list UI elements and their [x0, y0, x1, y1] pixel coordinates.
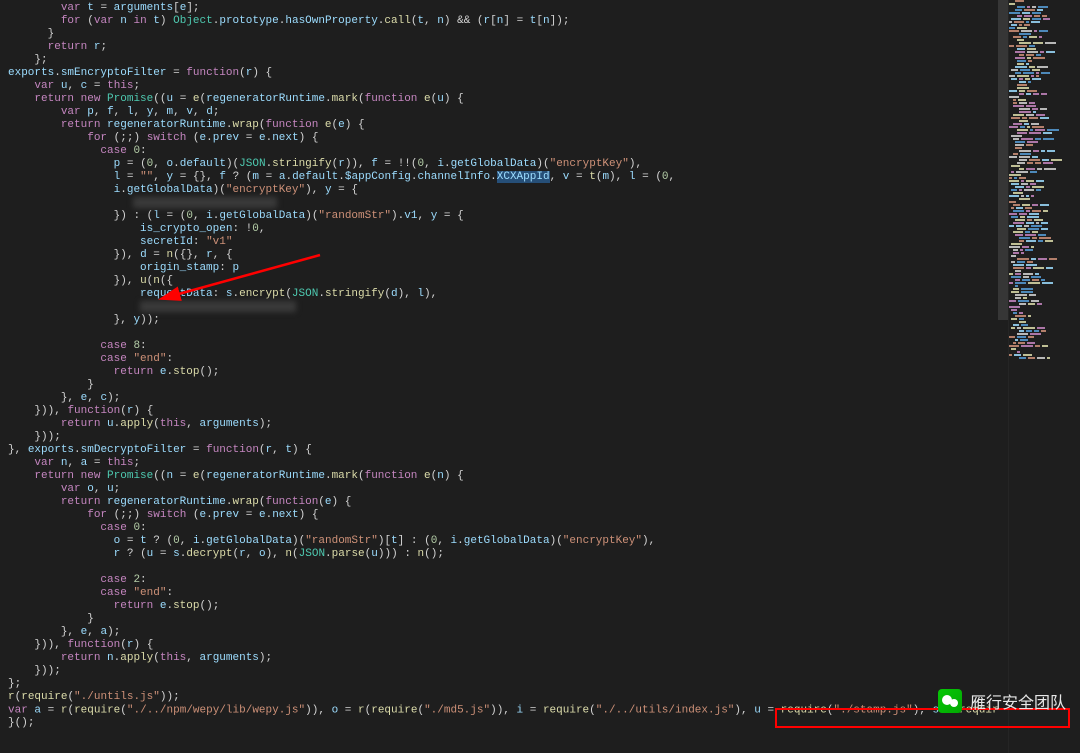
code-line[interactable] [8, 197, 1000, 210]
code-line[interactable]: requestData: s.encrypt(JSON.stringify(d)… [8, 288, 1000, 301]
code-line[interactable]: exports.smEncryptoFilter = function(r) { [8, 67, 1000, 80]
code-line[interactable]: var n, a = this; [8, 457, 1000, 470]
code-line[interactable]: }), u(n({ [8, 275, 1000, 288]
minimap[interactable] [1008, 0, 1080, 753]
code-line[interactable]: return regeneratorRuntime.wrap(function(… [8, 496, 1000, 509]
scrollbar-thumb[interactable] [998, 0, 1008, 320]
code-line[interactable]: })); [8, 431, 1000, 444]
code-line[interactable]: r(require("./untils.js")); [8, 691, 1000, 704]
code-line[interactable]: case 0: [8, 145, 1000, 158]
code-line[interactable]: return regeneratorRuntime.wrap(function … [8, 119, 1000, 132]
code-line[interactable]: })), function(r) { [8, 639, 1000, 652]
code-line[interactable]: for (var n in t) Object.prototype.hasOwn… [8, 15, 1000, 28]
code-line[interactable]: origin_stamp: p [8, 262, 1000, 275]
code-line[interactable]: case 8: [8, 340, 1000, 353]
code-line[interactable]: return e.stop(); [8, 600, 1000, 613]
code-line[interactable]: secretId: "v1" [8, 236, 1000, 249]
code-line[interactable]: })); [8, 665, 1000, 678]
code-line[interactable]: }(); [8, 717, 1000, 730]
code-line[interactable]: var p, f, l, y, m, v, d; [8, 106, 1000, 119]
code-line[interactable]: return n.apply(this, arguments); [8, 652, 1000, 665]
code-line[interactable]: }; [8, 678, 1000, 691]
code-line[interactable]: }) : (l = (0, i.getGlobalData)("randomSt… [8, 210, 1000, 223]
code-line[interactable]: var o, u; [8, 483, 1000, 496]
code-line[interactable]: case "end": [8, 353, 1000, 366]
code-line[interactable]: l = "", y = {}, f ? (m = a.default.$appC… [8, 171, 1000, 184]
code-line[interactable]: r ? (u = s.decrypt(r, o), n(JSON.parse(u… [8, 548, 1000, 561]
code-line[interactable]: })), function(r) { [8, 405, 1000, 418]
code-line[interactable]: return new Promise((n = e(regeneratorRun… [8, 470, 1000, 483]
code-line[interactable] [8, 561, 1000, 574]
code-line[interactable]: return r; [8, 41, 1000, 54]
code-line[interactable]: o = t ? (0, i.getGlobalData)("randomStr"… [8, 535, 1000, 548]
code-line[interactable]: p = (0, o.default)(JSON.stringify(r)), f… [8, 158, 1000, 171]
code-line[interactable]: } [8, 28, 1000, 41]
code-line[interactable] [8, 301, 1000, 314]
code-line[interactable]: var u, c = this; [8, 80, 1000, 93]
code-line[interactable]: return u.apply(this, arguments); [8, 418, 1000, 431]
code-line[interactable]: return new Promise((u = e(regeneratorRun… [8, 93, 1000, 106]
code-line[interactable]: case 2: [8, 574, 1000, 587]
code-editor[interactable]: var t = arguments[e]; for (var n in t) O… [0, 0, 1000, 753]
vertical-scrollbar[interactable] [998, 0, 1008, 753]
code-line[interactable]: i.getGlobalData)("encryptKey"), y = { [8, 184, 1000, 197]
code-line[interactable]: }; [8, 54, 1000, 67]
code-line[interactable]: case "end": [8, 587, 1000, 600]
code-line[interactable]: } [8, 379, 1000, 392]
code-line[interactable] [8, 327, 1000, 340]
code-line[interactable]: var a = r(require("./../npm/wepy/lib/wep… [8, 704, 1000, 717]
code-line[interactable]: for (;;) switch (e.prev = e.next) { [8, 132, 1000, 145]
code-line[interactable]: }, exports.smDecryptoFilter = function(r… [8, 444, 1000, 457]
code-line[interactable]: } [8, 613, 1000, 626]
code-line[interactable]: case 0: [8, 522, 1000, 535]
code-line[interactable]: }, y)); [8, 314, 1000, 327]
code-line[interactable]: }), d = n({}, r, { [8, 249, 1000, 262]
code-line[interactable]: }, e, c); [8, 392, 1000, 405]
code-line[interactable]: for (;;) switch (e.prev = e.next) { [8, 509, 1000, 522]
code-line[interactable]: var t = arguments[e]; [8, 2, 1000, 15]
code-line[interactable]: is_crypto_open: !0, [8, 223, 1000, 236]
code-line[interactable]: }, e, a); [8, 626, 1000, 639]
code-line[interactable]: return e.stop(); [8, 366, 1000, 379]
